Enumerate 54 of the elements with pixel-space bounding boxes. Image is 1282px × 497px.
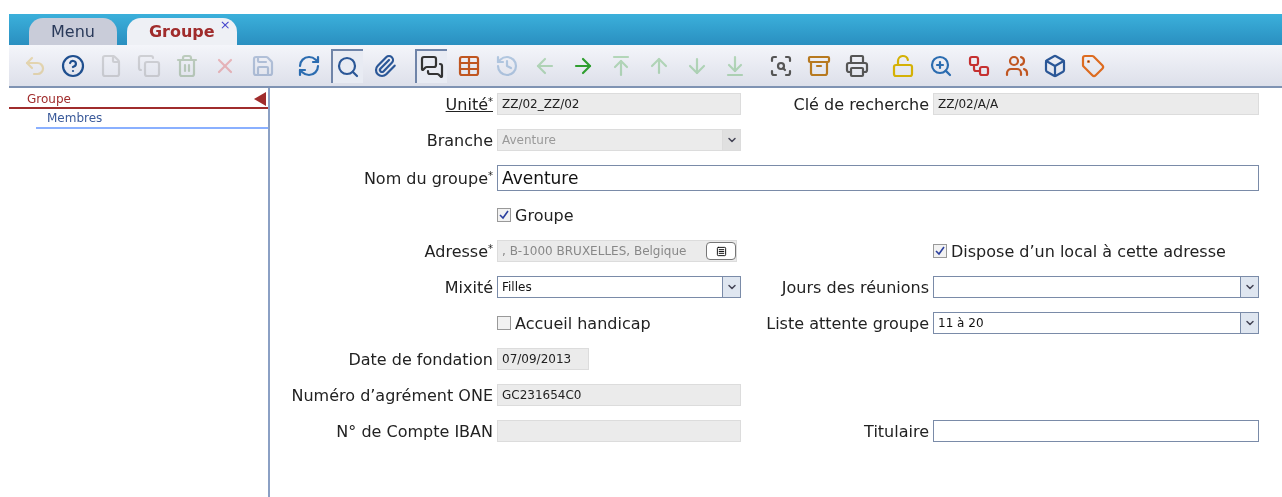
field-label: Numéro d’agrément ONE bbox=[291, 385, 493, 405]
field-label: Jours des réunions bbox=[781, 277, 929, 297]
list-icon bbox=[715, 245, 727, 257]
text-field[interactable]: Aventure bbox=[497, 165, 1259, 191]
cube-icon bbox=[1043, 53, 1067, 78]
field-label: Nom du groupe$^{*}$ bbox=[363, 168, 493, 188]
printer-icon bbox=[845, 53, 869, 78]
field-label: N° de Compte IBAN bbox=[336, 421, 493, 441]
search-button[interactable] bbox=[331, 48, 363, 83]
workflow-icon bbox=[967, 53, 991, 78]
field-label: Clé de recherche bbox=[793, 94, 929, 114]
close-icon[interactable]: × bbox=[219, 15, 231, 35]
text-field[interactable] bbox=[933, 420, 1259, 442]
trash-icon bbox=[175, 53, 199, 78]
chat-button[interactable] bbox=[415, 48, 447, 83]
sidebar-item[interactable]: Membres bbox=[36, 109, 268, 129]
field-label: Date de fondation bbox=[348, 349, 493, 369]
dropdown[interactable]: 11 à 20 bbox=[933, 312, 1259, 334]
triangle-icon bbox=[254, 92, 266, 106]
checkbox[interactable] bbox=[497, 208, 511, 222]
field-label: Titulaire bbox=[864, 421, 929, 441]
padlock-icon bbox=[891, 53, 915, 78]
chat-icon bbox=[420, 54, 444, 79]
document-icon bbox=[99, 53, 123, 78]
unite-link[interactable]: Unité$^{*}$ bbox=[445, 94, 493, 114]
paperclip-icon bbox=[373, 53, 397, 78]
checkbox[interactable] bbox=[497, 315, 511, 330]
checkbox-label: Groupe bbox=[515, 205, 574, 226]
text-field[interactable]: ZZ/02_ZZ/02 bbox=[497, 93, 741, 115]
dropdown[interactable] bbox=[933, 276, 1259, 298]
text-field[interactable]: ZZ/02/A/A bbox=[933, 93, 1259, 115]
save-icon bbox=[251, 53, 275, 78]
field-label: Mixité bbox=[444, 277, 493, 297]
field-label: Branche bbox=[426, 130, 493, 150]
field-label: Liste attente groupe bbox=[766, 313, 929, 333]
checkbox[interactable] bbox=[933, 243, 947, 258]
table-icon bbox=[457, 53, 481, 78]
cabinet-icon bbox=[807, 53, 831, 78]
copy-icon bbox=[137, 53, 161, 78]
search-icon bbox=[336, 54, 360, 79]
refresh-icon bbox=[297, 53, 321, 78]
text-field[interactable]: GC231654C0 bbox=[497, 384, 741, 406]
magnifier-icon bbox=[929, 53, 953, 78]
checkbox-label: Accueil handicap bbox=[515, 312, 651, 334]
users-icon bbox=[1005, 53, 1029, 78]
tab[interactable]: Groupe × bbox=[126, 18, 237, 45]
dropdown[interactable]: Filles bbox=[497, 276, 741, 298]
field-label: Adresse$^{*}$ bbox=[424, 241, 493, 261]
text-field[interactable]: 07/09/2013 bbox=[497, 348, 589, 370]
history-icon bbox=[495, 53, 519, 78]
tab[interactable]: Menu bbox=[29, 18, 117, 45]
help-icon bbox=[61, 53, 85, 78]
sidebar-item[interactable]: Groupe bbox=[9, 90, 268, 109]
checkbox-label: Dispose d’un local à cette adresse bbox=[951, 240, 1226, 262]
